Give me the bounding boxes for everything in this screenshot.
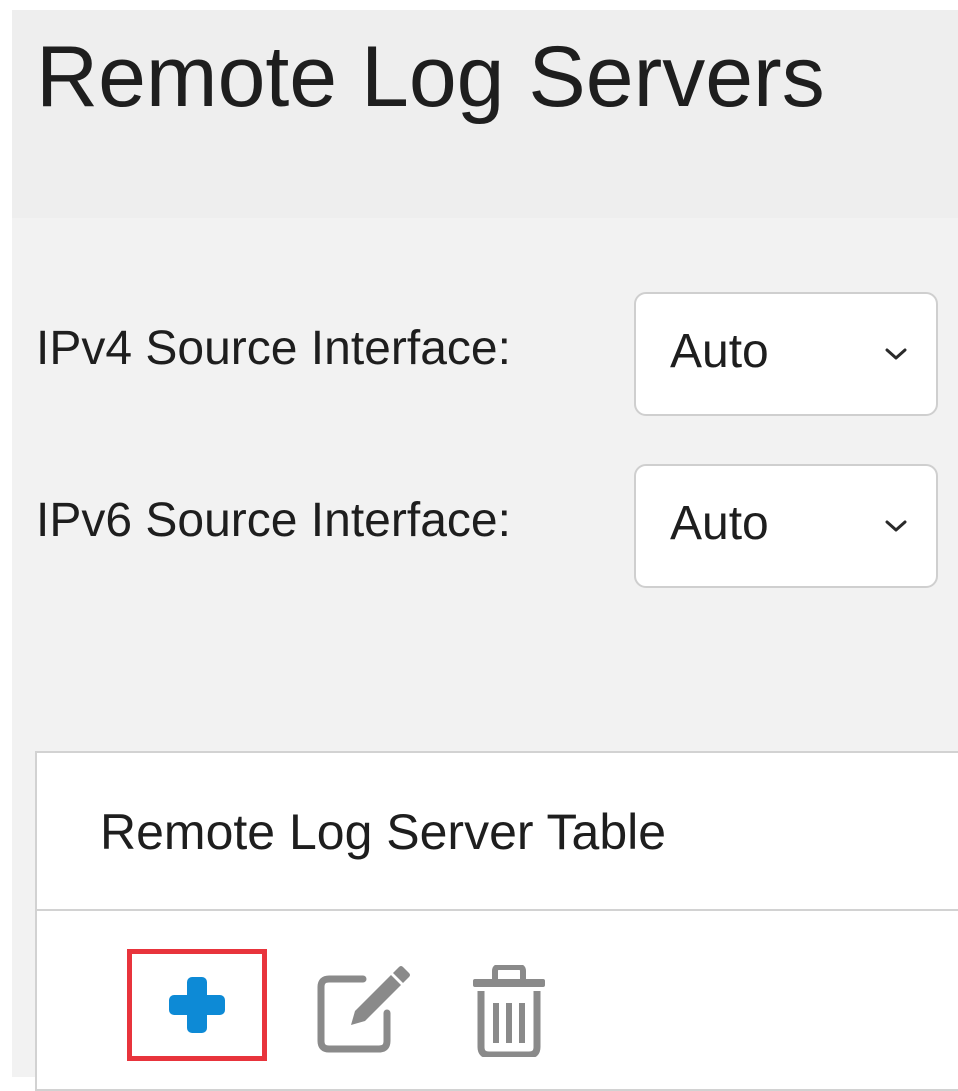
remote-log-server-table: Remote Log Server Table [35,751,958,1091]
chevron-down-icon [885,520,907,532]
trash-icon [473,964,545,1059]
ipv6-source-interface-value: Auto [670,497,769,550]
ipv6-source-interface-label: IPv6 Source Interface: [36,494,511,547]
plus-icon [169,977,225,1033]
edit-button[interactable] [313,965,413,1053]
table-title: Remote Log Server Table [100,804,667,860]
delete-button[interactable] [469,964,549,1059]
ipv4-source-interface-value: Auto [670,325,769,378]
ipv4-source-interface-label: IPv4 Source Interface: [36,322,511,375]
page-title: Remote Log Servers [36,29,825,125]
table-header-divider [37,909,958,911]
add-button[interactable] [127,949,267,1061]
edit-icon [317,966,410,1053]
ipv6-source-interface-select[interactable]: Auto [634,464,938,588]
ipv4-source-interface-select[interactable]: Auto [634,292,938,416]
chevron-down-icon [885,348,907,360]
